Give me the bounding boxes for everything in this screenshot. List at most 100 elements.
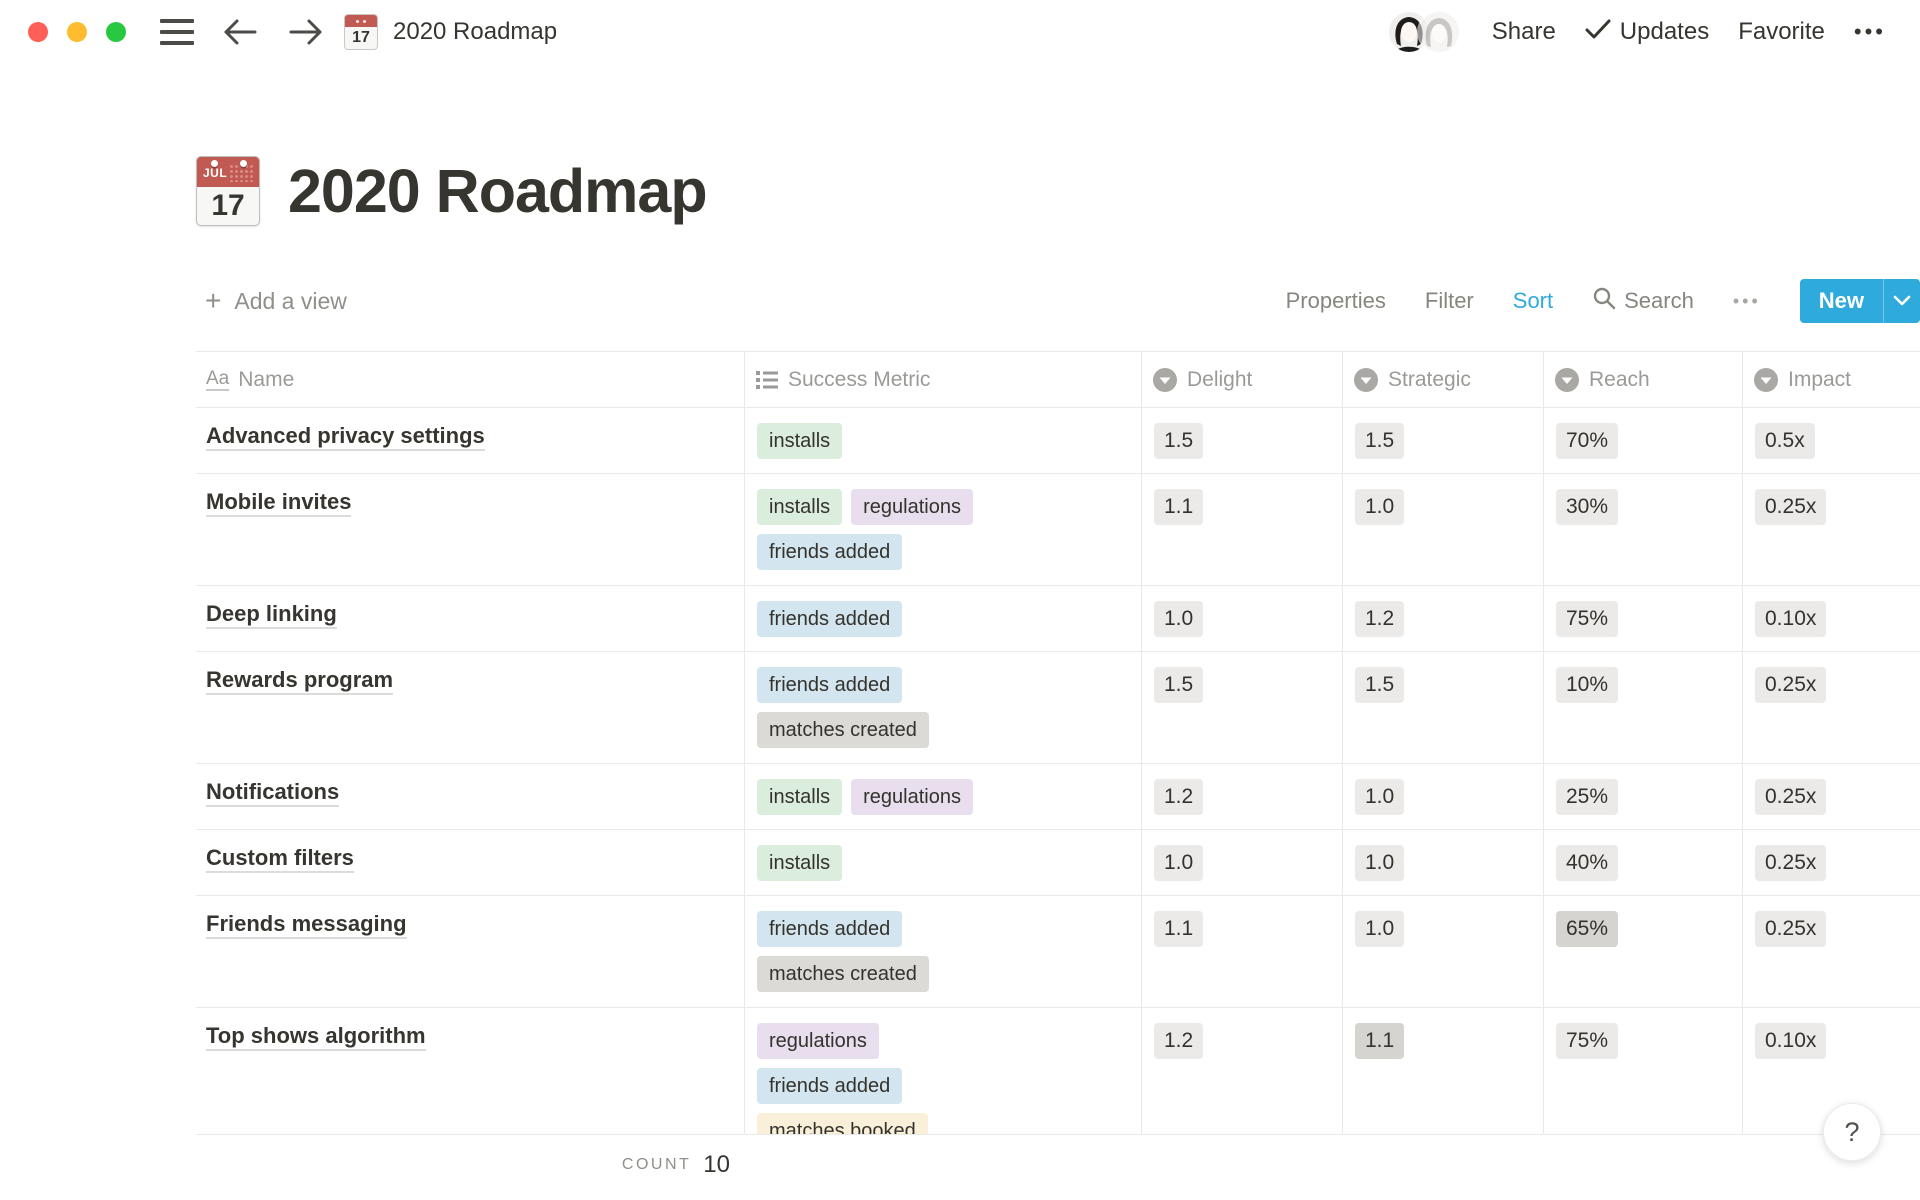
filter-button[interactable]: Filter [1425,288,1474,314]
impact-cell[interactable]: 0.5x [1742,408,1920,473]
check-icon [1585,18,1611,47]
share-button[interactable]: Share [1492,18,1556,46]
add-view-button[interactable]: + Add a view [205,288,347,315]
delight-cell[interactable]: 1.5 [1141,652,1342,763]
column-header-delight[interactable]: Delight [1141,352,1342,407]
impact-cell[interactable]: 0.25x [1742,764,1920,829]
collaborator-avatars[interactable] [1387,10,1461,54]
strategic-cell[interactable]: 1.0 [1342,764,1543,829]
row-name-cell[interactable]: Top shows algorithm [196,1008,744,1134]
search-button[interactable]: Search [1592,286,1694,316]
column-header-success-metric[interactable]: Success Metric [744,352,1141,407]
delight-cell[interactable]: 1.2 [1141,1008,1342,1134]
sort-button[interactable]: Sort [1513,288,1553,314]
sidebar-menu-icon[interactable] [160,19,194,45]
help-button[interactable]: ? [1823,1103,1881,1161]
page-link[interactable]: Top shows algorithm [206,1023,426,1051]
page-calendar-icon: 17 [344,14,378,50]
page-link[interactable]: Advanced privacy settings [206,423,485,451]
reach-cell[interactable]: 75% [1543,1008,1742,1134]
success-metric-cell[interactable]: friends addedmatches created [744,652,1141,763]
more-options-icon[interactable]: ••• [1854,19,1886,45]
success-metric-cell[interactable]: installsregulations [744,764,1141,829]
strategic-cell[interactable]: 1.0 [1342,896,1543,1007]
strategic-cell[interactable]: 1.5 [1342,408,1543,473]
breadcrumb[interactable]: 17 2020 Roadmap [344,14,557,50]
page-link[interactable]: Mobile invites [206,489,351,517]
row-name-cell[interactable]: Friends messaging [196,896,744,1007]
delight-cell[interactable]: 1.0 [1141,586,1342,651]
row-name-cell[interactable]: Deep linking [196,586,744,651]
page-link[interactable]: Rewards program [206,667,393,695]
text-property-icon: Aa [206,369,229,391]
page-link[interactable]: Notifications [206,779,339,807]
reach-cell[interactable]: 40% [1543,830,1742,895]
success-metric-cell[interactable]: installs [744,830,1141,895]
row-name-cell[interactable]: Custom filters [196,830,744,895]
success-metric-cell[interactable]: friends added [744,586,1141,651]
metric-tag: friends added [757,667,902,703]
value-pill: 0.25x [1755,489,1826,525]
count-label[interactable]: COUNT [622,1156,691,1174]
page-link[interactable]: Custom filters [206,845,354,873]
delight-cell[interactable]: 1.2 [1141,764,1342,829]
reach-cell[interactable]: 10% [1543,652,1742,763]
value-pill: 1.5 [1355,667,1404,703]
strategic-cell[interactable]: 1.0 [1342,830,1543,895]
forward-arrow-icon[interactable] [286,12,326,52]
success-metric-cell[interactable]: installsregulationsfriends added [744,474,1141,585]
delight-cell[interactable]: 1.5 [1141,408,1342,473]
new-dropdown-button[interactable] [1884,279,1920,323]
column-header-name[interactable]: AaName [196,352,744,407]
column-header-strategic[interactable]: Strategic [1342,352,1543,407]
view-more-options-icon[interactable]: ••• [1733,291,1761,312]
metric-tag: friends added [757,1068,902,1104]
value-pill: 0.5x [1755,423,1815,459]
updates-button[interactable]: Updates [1585,18,1709,47]
reach-cell[interactable]: 25% [1543,764,1742,829]
success-metric-cell[interactable]: installs [744,408,1141,473]
column-header-impact[interactable]: Impact [1742,352,1920,407]
success-metric-cell[interactable]: regulationsfriends addedmatches booked [744,1008,1141,1134]
reach-cell[interactable]: 30% [1543,474,1742,585]
count-value[interactable]: 10 [703,1151,730,1179]
delight-cell[interactable]: 1.1 [1141,896,1342,1007]
strategic-cell[interactable]: 1.5 [1342,652,1543,763]
impact-cell[interactable]: 0.25x [1742,896,1920,1007]
metric-tag: regulations [851,779,973,815]
page-link[interactable]: Friends messaging [206,911,407,939]
page-link[interactable]: Deep linking [206,601,337,629]
strategic-cell[interactable]: 1.0 [1342,474,1543,585]
table-row: Rewards program friends addedmatches crea… [196,652,1920,764]
new-button[interactable]: New [1800,279,1883,323]
circle-down-icon [1753,367,1779,393]
properties-button[interactable]: Properties [1286,288,1386,314]
strategic-cell[interactable]: 1.1 [1342,1008,1543,1134]
row-name-cell[interactable]: Notifications [196,764,744,829]
delight-cell[interactable]: 1.0 [1141,830,1342,895]
row-name-cell[interactable]: Mobile invites [196,474,744,585]
back-arrow-icon[interactable] [220,12,260,52]
column-header-reach[interactable]: Reach [1543,352,1742,407]
success-metric-cell[interactable]: friends addedmatches created [744,896,1141,1007]
reach-cell[interactable]: 70% [1543,408,1742,473]
value-pill: 75% [1556,1023,1618,1059]
close-window-button[interactable] [28,22,48,42]
row-name-cell[interactable]: Rewards program [196,652,744,763]
delight-cell[interactable]: 1.1 [1141,474,1342,585]
value-pill: 1.1 [1154,911,1203,947]
impact-cell[interactable]: 0.25x [1742,474,1920,585]
list-property-icon [755,369,779,391]
reach-cell[interactable]: 75% [1543,586,1742,651]
page-icon-calendar[interactable]: JUL 17 [196,156,260,226]
favorite-button[interactable]: Favorite [1738,18,1825,46]
search-icon [1592,286,1616,316]
impact-cell[interactable]: 0.25x [1742,830,1920,895]
impact-cell[interactable]: 0.25x [1742,652,1920,763]
strategic-cell[interactable]: 1.2 [1342,586,1543,651]
impact-cell[interactable]: 0.10x [1742,586,1920,651]
minimize-window-button[interactable] [67,22,87,42]
row-name-cell[interactable]: Advanced privacy settings [196,408,744,473]
reach-cell[interactable]: 65% [1543,896,1742,1007]
zoom-window-button[interactable] [106,22,126,42]
